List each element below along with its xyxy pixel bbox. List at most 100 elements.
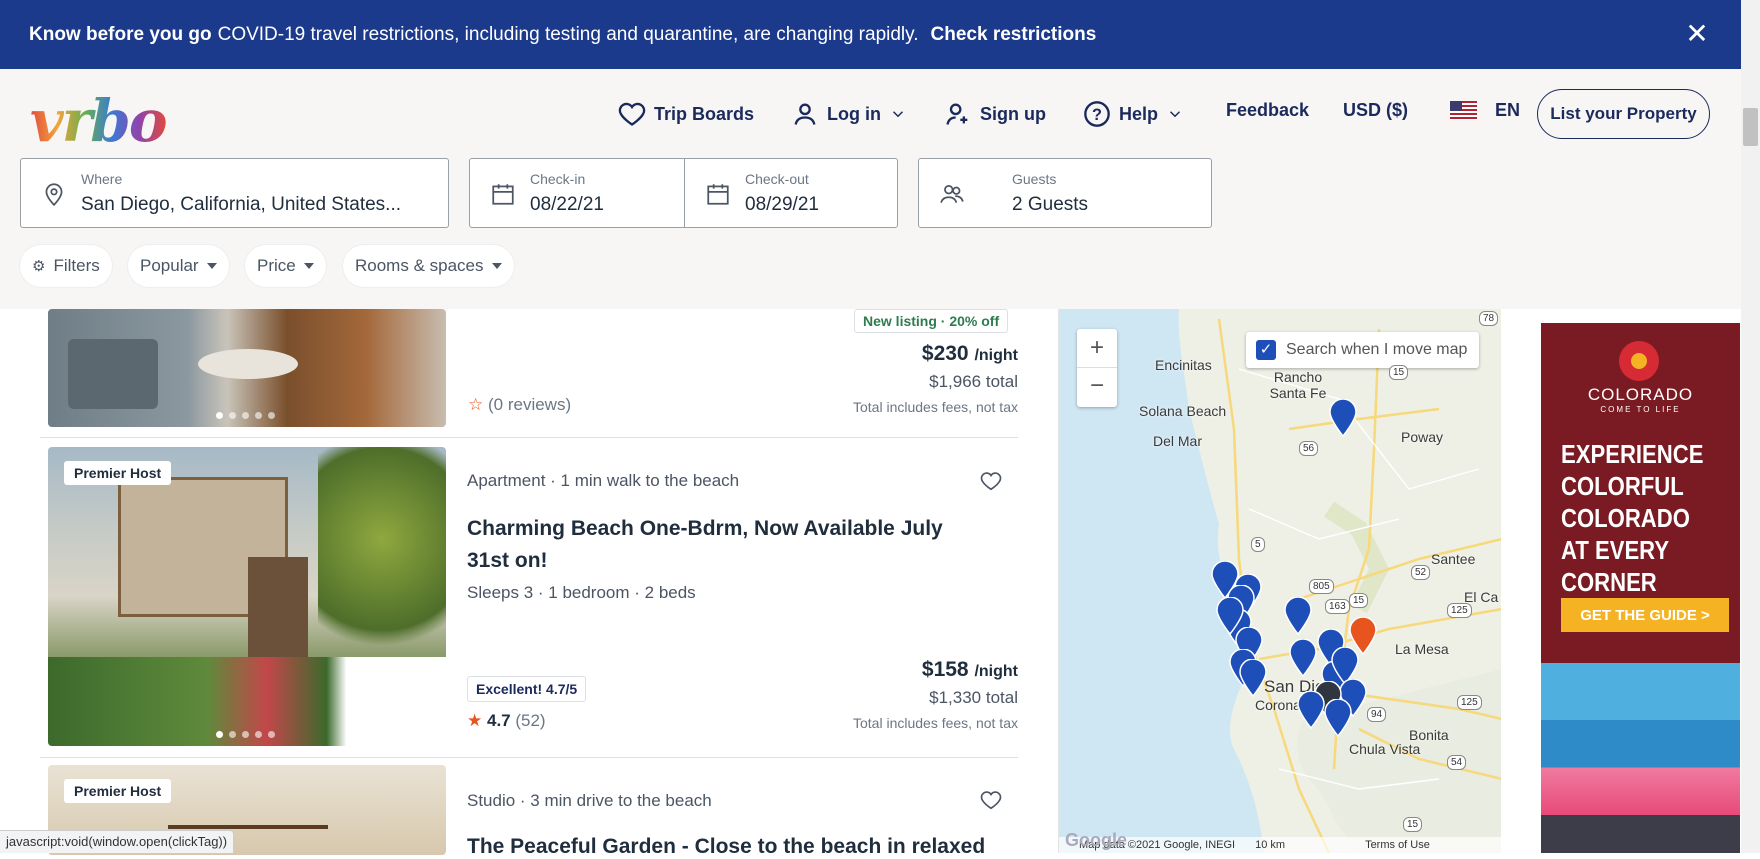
highway-shield: 5	[1251, 537, 1265, 552]
map-place-label: Chula Vista	[1349, 741, 1421, 757]
filters-label: Filters	[53, 256, 100, 275]
filters-button[interactable]: ⚙ Filters	[20, 245, 112, 287]
close-icon[interactable]: ✕	[1683, 20, 1711, 48]
vrbo-logo[interactable]: vrbo	[30, 87, 167, 155]
ad-tagline: COME TO LIFE	[1600, 405, 1681, 414]
price-amount: $158	[921, 658, 969, 681]
chevron-down-icon	[1169, 111, 1181, 118]
ad-headline: EXPERIENCE COLORFUL COLORADO AT EVERY CO…	[1561, 439, 1704, 597]
checkbox-checked-icon[interactable]: ✓	[1256, 340, 1276, 360]
listing-title[interactable]: The Peaceful Garden - Close to the beach…	[467, 835, 985, 859]
popular-dropdown[interactable]: Popular	[128, 245, 229, 287]
search-move-toggle[interactable]: ✓ Search when I move map	[1246, 332, 1479, 368]
photo-dots[interactable]	[216, 731, 275, 738]
zoom-controls: + −	[1077, 329, 1117, 407]
map-scale: 10 km	[1255, 839, 1286, 851]
heart-icon	[980, 791, 1002, 810]
language-label: EN	[1495, 100, 1521, 120]
help-icon: ?	[1084, 101, 1110, 127]
google-logo: Google	[1065, 830, 1127, 850]
calendar-icon	[492, 184, 514, 205]
price-note: Total includes fees, not tax	[853, 399, 1018, 415]
map-pin-selected[interactable]	[1349, 616, 1377, 656]
check-in-value: 08/22/21	[530, 194, 604, 215]
reviews: ☆ (0 reviews)	[468, 395, 571, 415]
check-out-field[interactable]: Check-out 08/29/21	[684, 158, 898, 228]
highway-shield: 78	[1479, 311, 1499, 326]
user-icon	[794, 103, 816, 125]
ad-brand: COLORADO	[1587, 385, 1694, 404]
chevron-down-icon	[892, 111, 904, 118]
covid-banner: Know before you go COVID-19 travel restr…	[0, 0, 1741, 69]
caret-down-icon	[491, 263, 502, 269]
listing-card[interactable]: Premier Host Apartment · 1 min walk to t…	[48, 447, 1018, 747]
save-favorite-button[interactable]	[973, 463, 1009, 499]
sliders-icon: ⚙	[32, 258, 46, 275]
map-pin[interactable]	[1284, 596, 1312, 636]
location-pin-icon	[45, 183, 63, 207]
highway-shield: 94	[1367, 707, 1387, 722]
rating-value: 4.7	[486, 711, 511, 730]
banner-lead: Know before you go	[29, 23, 212, 45]
list-property-button[interactable]: List your Property	[1537, 89, 1710, 139]
where-value: San Diego, California, United States...	[81, 194, 402, 215]
check-in-field[interactable]: Check-in 08/22/21	[469, 158, 685, 228]
price-amount: $230	[921, 342, 969, 365]
listing-meta: Studio · 3 min drive to the beach	[467, 791, 712, 810]
map-place-label: El Ca	[1464, 589, 1499, 605]
sign-up-link[interactable]: Sign up	[944, 100, 1046, 128]
listing-title[interactable]: Charming Beach One-Bdrm, Now Available J…	[467, 513, 947, 577]
scroll-thumb[interactable]	[1743, 108, 1758, 146]
help-menu[interactable]: ? Help	[1083, 100, 1184, 128]
page-scrollbar[interactable]	[1741, 0, 1760, 853]
colorado-ad[interactable]: COLORADO COME TO LIFE EXPERIENCE COLORFU…	[1541, 323, 1740, 853]
photo-dots[interactable]	[216, 412, 275, 419]
map-pin[interactable]	[1289, 638, 1317, 678]
rooms-dropdown[interactable]: Rooms & spaces	[343, 245, 514, 287]
us-flag-icon	[1450, 101, 1477, 120]
highway-shield: 805	[1309, 579, 1334, 594]
log-in-menu[interactable]: Log in	[791, 100, 907, 128]
rating-badge: Excellent! 4.7/5	[467, 676, 587, 702]
map-pin[interactable]	[1329, 398, 1357, 438]
price-dropdown[interactable]: Price	[245, 245, 326, 287]
listing-photo[interactable]	[48, 309, 446, 427]
search-move-label: Search when I move map	[1286, 341, 1468, 358]
get-the-guide-button[interactable]: GET THE GUIDE >	[1561, 598, 1729, 632]
listing-card[interactable]: New listing · 20% off $230 /night $1,966…	[48, 309, 1018, 437]
guests-label: Guests	[1012, 171, 1057, 187]
where-label: Where	[81, 171, 123, 187]
results-map[interactable]: + − ✓ Search when I move map Encinitas Ra…	[1058, 309, 1501, 853]
terms-of-use-link[interactable]: Terms of Use	[1365, 839, 1430, 851]
save-favorite-button[interactable]	[973, 782, 1009, 818]
per-night: /night	[974, 663, 1018, 680]
zoom-in-button[interactable]: +	[1077, 329, 1117, 368]
map-pin[interactable]	[1297, 690, 1325, 730]
map-place-label: Encinitas	[1155, 357, 1212, 373]
where-field[interactable]: Where San Diego, California, United Stat…	[20, 158, 449, 228]
highway-shield: 15	[1389, 365, 1409, 380]
listing-divider	[40, 757, 1018, 758]
map-place-label: Del Mar	[1153, 433, 1203, 449]
zoom-out-button[interactable]: −	[1077, 368, 1117, 406]
trip-boards-link[interactable]: Trip Boards	[618, 100, 754, 128]
check-restrictions-link[interactable]: Check restrictions	[931, 24, 1097, 46]
map-pin[interactable]	[1239, 658, 1267, 698]
listing-photo[interactable]: Premier Host	[48, 447, 446, 746]
price: $230 /night	[922, 342, 1018, 366]
guests-field[interactable]: Guests 2 Guests	[918, 158, 1212, 228]
review-count: (52)	[515, 711, 546, 730]
site-header: vrbo Trip Boards Log in Sign up ? Help F…	[0, 69, 1741, 309]
calendar-icon	[707, 184, 729, 205]
new-listing-badge: New listing · 20% off	[854, 309, 1009, 333]
feedback-link[interactable]: Feedback	[1226, 100, 1309, 121]
check-out-label: Check-out	[745, 171, 809, 187]
listing-divider	[40, 437, 1018, 438]
sign-up-label: Sign up	[980, 103, 1046, 124]
highway-shield: 125	[1447, 603, 1472, 618]
map-pin[interactable]	[1324, 698, 1352, 738]
currency-selector[interactable]: USD ($)	[1343, 100, 1408, 121]
language-selector[interactable]: EN	[1450, 100, 1520, 121]
map-place-label: Santee	[1431, 551, 1476, 567]
caret-down-icon	[206, 263, 217, 269]
